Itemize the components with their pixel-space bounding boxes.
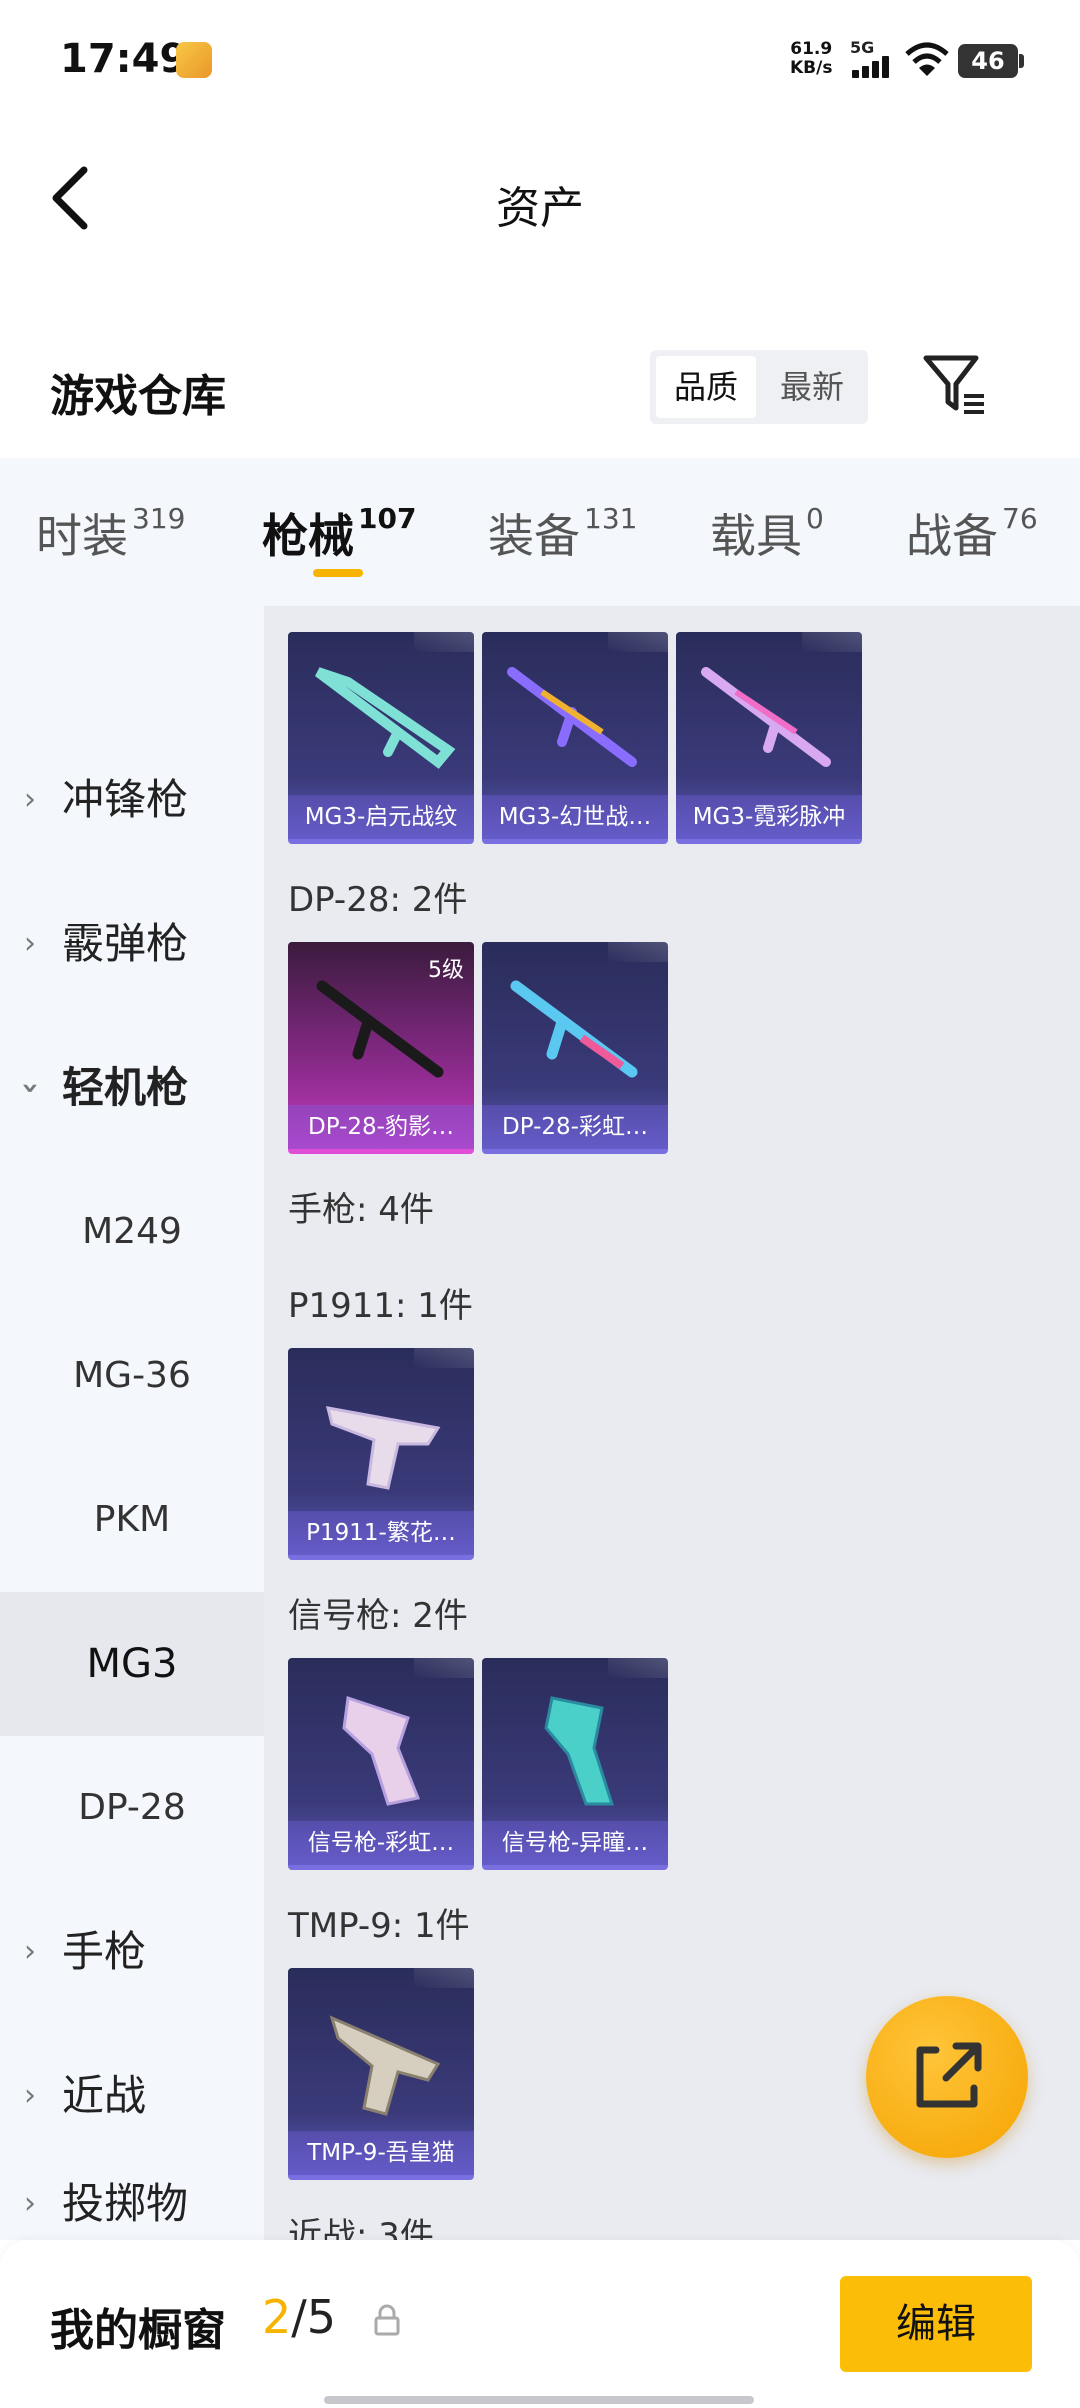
weapon-card-name: 信号枪-异瞳… [482,1821,668,1865]
group-label-dp28: DP-28: 2件 [288,880,468,920]
network-speed-value: 61.9 [790,39,833,59]
category-tabs: 时装 319 枪械 107 装备 131 载具 0 战备 76 [0,458,1080,606]
weapon-card[interactable]: DP-28-彩虹… [482,942,668,1154]
sidebar-item-pistol[interactable]: › 手枪 [0,1880,264,2024]
wifi-icon [905,42,949,76]
lmg-skin-icon [701,667,831,767]
sidebar-subitem-m249[interactable]: M249 [0,1160,264,1304]
weapon-card[interactable]: MG3-启元战纹 [288,632,474,844]
sidebar-subitem-dp28[interactable]: DP-28 [0,1736,264,1880]
weapon-card-name: TMP-9-吾皇猫 [288,2131,474,2175]
level-badge: 5级 [428,958,464,983]
sort-toggle: 品质 最新 [650,350,868,424]
lmg-skin-icon [510,980,638,1078]
sidebar-item-label: 近战 [62,2071,147,2120]
weapon-card[interactable]: 5级 DP-28-豹影… [288,942,474,1154]
sidebar-subitem-pkm[interactable]: PKM [0,1448,264,1592]
signal-icon [852,56,892,78]
sidebar-subitem-mg3[interactable]: MG3 [0,1592,264,1736]
chevron-right-icon: › [24,782,36,817]
tab-weapons[interactable]: 枪械 107 [262,500,416,566]
sidebar-item-label: 轻机枪 [62,1063,189,1112]
weapon-card[interactable]: P1911-繁花… [288,1348,474,1560]
sidebar-item-melee[interactable]: › 近战 [0,2024,264,2168]
app-notification-icon [176,42,212,78]
lmg-skin-icon [315,667,456,769]
weapon-card[interactable]: 信号枪-彩虹… [288,1658,474,1870]
page-title: 资产 [496,183,584,234]
sidebar-item-throwable[interactable]: › 投掷物 [0,2168,264,2240]
status-bar: 17:49 61.9 KB/s 5G 46 [0,0,1080,120]
flare-gun-skin-icon [342,1696,421,1806]
tab-fashion[interactable]: 时装 319 [36,500,185,566]
battery-icon: 46 [958,44,1024,78]
network-type: 5G [850,38,875,57]
share-icon [916,2042,982,2108]
showcase-bar: 我的橱窗 2/5 编辑 [0,2240,1080,2408]
sidebar-item-label: 霰弹枪 [62,919,189,968]
weapon-card-name: 信号枪-彩虹… [288,1821,474,1865]
sidebar-item-label: 手枪 [62,1927,147,1976]
chevron-right-icon: › [24,1934,36,1969]
tab-vehicles[interactable]: 载具 0 [710,500,824,566]
warehouse-title: 游戏仓库 [50,371,226,422]
group-label-pistol: 手枪: 4件 [288,1190,434,1230]
tab-equipment[interactable]: 装备 131 [488,500,637,566]
weapon-card[interactable]: 信号枪-异瞳… [482,1658,668,1870]
smg-skin-icon [329,2015,441,2116]
weapon-card-name: P1911-繁花… [288,1511,474,1555]
sidebar-subitem-mg36[interactable]: MG-36 [0,1304,264,1448]
showcase-label: 我的橱窗 [50,2305,226,2356]
pistol-skin-icon [325,1406,441,1490]
showcase-total: /5 [291,2290,337,2344]
lmg-skin-icon [507,667,637,767]
group-label-flare: 信号枪: 2件 [288,1596,468,1636]
sort-newest-button[interactable]: 最新 [762,356,862,418]
weapon-card-name: MG3-幻世战… [482,795,668,839]
weapon-category-sidebar: › 冲锋枪 › 霰弹枪 › 轻机枪 M249 MG-36 PKM MG3 DP-… [0,606,264,2240]
weapon-card[interactable]: MG3-霓彩脉冲 [676,632,862,844]
tab-supplies[interactable]: 战备 76 [906,500,1038,566]
home-indicator[interactable] [324,2396,754,2404]
share-button[interactable] [866,1996,1028,2158]
weapon-card[interactable]: TMP-9-吾皇猫 [288,1968,474,2180]
chevron-right-icon: › [24,2078,36,2113]
sidebar-item-shotgun[interactable]: › 霰弹枪 [0,872,264,1016]
status-time: 17:49 [60,36,188,82]
sidebar-item-label: 投掷物 [62,2179,189,2228]
weapon-card-name: DP-28-彩虹… [482,1105,668,1149]
chevron-right-icon: › [24,926,36,961]
weapon-card-name: MG3-启元战纹 [288,795,474,839]
group-label-melee: 近战: 3件 [288,2216,434,2240]
showcase-current: 2 [262,2290,292,2344]
active-tab-indicator [313,569,363,577]
edit-button[interactable]: 编辑 [840,2276,1032,2372]
sidebar-item-lmg[interactable]: › 轻机枪 [0,1016,264,1160]
flare-gun-skin-icon [544,1696,615,1806]
weapon-card-name: DP-28-豹影… [288,1105,474,1149]
showcase-count: 2/5 [262,2290,336,2344]
network-speed: 61.9 KB/s [790,40,832,78]
filter-icon[interactable] [920,350,990,420]
sidebar-item-smg[interactable]: › 冲锋枪 [0,728,264,872]
chevron-right-icon: › [24,2186,36,2221]
weapon-grid: MG3-启元战纹 MG3-幻世战… MG3-霓彩脉冲 DP-28: 2件 5级 … [264,606,1080,2240]
network-speed-unit: KB/s [790,58,833,78]
sort-quality-button[interactable]: 品质 [656,356,756,418]
lock-icon [374,2304,400,2336]
sidebar-item-label: 冲锋枪 [62,775,189,824]
group-label-p1911: P1911: 1件 [288,1286,473,1326]
weapon-card[interactable]: MG3-幻世战… [482,632,668,844]
weapon-card-name: MG3-霓彩脉冲 [676,795,862,839]
group-label-tmp9: TMP-9: 1件 [288,1906,470,1946]
